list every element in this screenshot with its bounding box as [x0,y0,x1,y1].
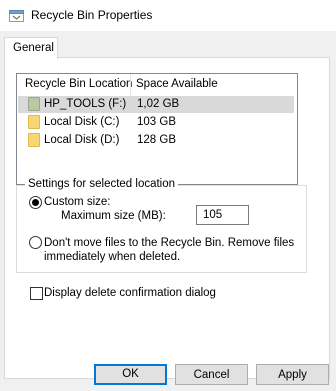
space-available: 103 GB [137,116,176,128]
location-name: HP_TOOLS (F:) [44,98,127,110]
custom-size-radio[interactable] [29,196,42,209]
max-size-label: Maximum size (MB): [61,210,166,222]
drive-icon [28,97,40,111]
list-item-local-disk-d[interactable]: Local Disk (D:) 128 GB [18,132,294,149]
ok-button[interactable]: OK [94,364,167,385]
list-header: Recycle Bin Location Space Available [17,74,297,96]
column-header-location[interactable]: Recycle Bin Location [25,78,132,90]
dont-move-label-line2: immediately when deleted. [44,251,181,263]
column-header-space[interactable]: Space Available [136,78,218,90]
folder-drive-icon [28,133,40,147]
settings-group-label: Settings for selected location [25,178,179,190]
folder-drive-icon [28,115,40,129]
location-name: Local Disk (D:) [44,134,120,146]
custom-size-label[interactable]: Custom size: [44,196,110,208]
tab-general[interactable]: General [4,37,58,59]
apply-button[interactable]: Apply [256,364,329,385]
recycle-bin-icon [9,10,24,22]
confirm-delete-checkbox[interactable] [30,287,43,300]
title-bar: Recycle Bin Properties [0,0,336,31]
max-size-input[interactable] [196,205,249,225]
cancel-button[interactable]: Cancel [175,364,248,385]
recycle-bin-location-list[interactable]: Recycle Bin Location Space Available HP_… [16,73,298,185]
confirm-delete-label[interactable]: Display delete confirmation dialog [44,287,216,299]
space-available: 128 GB [137,134,176,146]
dont-move-radio[interactable] [29,236,42,249]
window-title: Recycle Bin Properties [31,8,153,22]
column-separator[interactable] [130,74,131,96]
list-item-hp-tools[interactable]: HP_TOOLS (F:) 1,02 GB [18,96,294,113]
location-name: Local Disk (C:) [44,116,120,128]
dont-move-label-line1: Don't move files to the Recycle Bin. Rem… [44,237,295,249]
list-item-local-disk-c[interactable]: Local Disk (C:) 103 GB [18,114,294,131]
space-available: 1,02 GB [137,98,180,110]
dont-move-label[interactable]: Don't move files to the Recycle Bin. Rem… [44,236,294,264]
tab-general-label: General [13,42,54,54]
